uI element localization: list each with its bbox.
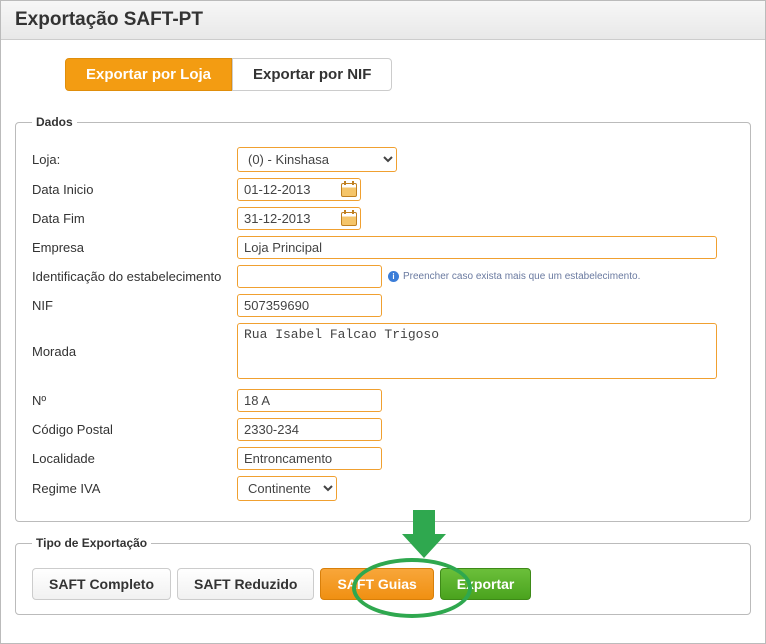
saft-export-window: Exportação SAFT-PT Exportar por Loja Exp… <box>0 0 766 644</box>
calendar-icon[interactable] <box>341 212 357 226</box>
empresa-input[interactable] <box>237 236 717 259</box>
tab-export-by-nif[interactable]: Exportar por NIF <box>232 58 392 91</box>
dados-legend: Dados <box>32 115 77 129</box>
estabelecimento-hint: i Preencher caso exista mais que um esta… <box>388 271 640 282</box>
data-fim-label: Data Fim <box>32 211 237 226</box>
calendar-icon[interactable] <box>341 183 357 197</box>
numero-input[interactable] <box>237 389 382 412</box>
loja-select[interactable]: (0) - Kinshasa <box>237 147 397 172</box>
exportar-button[interactable]: Exportar <box>440 568 532 600</box>
regime-label: Regime IVA <box>32 481 237 496</box>
estabelecimento-label: Identificação do estabelecimento <box>32 269 237 284</box>
window-content: Exportar por Loja Exportar por NIF Dados… <box>1 40 765 643</box>
morada-textarea[interactable] <box>237 323 717 379</box>
nif-label: NIF <box>32 298 237 313</box>
cp-input[interactable] <box>237 418 382 441</box>
tab-export-by-store[interactable]: Exportar por Loja <box>65 58 232 91</box>
data-inicio-label: Data Inicio <box>32 182 237 197</box>
localidade-input[interactable] <box>237 447 382 470</box>
data-inicio-input[interactable] <box>244 180 324 199</box>
export-buttons-row: SAFT Completo SAFT Reduzido SAFT Guias E… <box>32 568 734 600</box>
empresa-label: Empresa <box>32 240 237 255</box>
estabelecimento-input[interactable] <box>237 265 382 288</box>
saft-completo-button[interactable]: SAFT Completo <box>32 568 171 600</box>
saft-reduzido-button[interactable]: SAFT Reduzido <box>177 568 314 600</box>
cp-label: Código Postal <box>32 422 237 437</box>
nif-input[interactable] <box>237 294 382 317</box>
export-mode-tabs: Exportar por Loja Exportar por NIF <box>65 58 751 91</box>
localidade-label: Localidade <box>32 451 237 466</box>
loja-label: Loja: <box>32 152 237 167</box>
dados-fieldset: Dados Loja: (0) - Kinshasa Data Inicio <box>15 115 751 522</box>
window-title: Exportação SAFT-PT <box>1 1 765 40</box>
data-inicio-field[interactable] <box>237 178 361 201</box>
morada-label: Morada <box>32 344 237 359</box>
saft-guias-button[interactable]: SAFT Guias <box>320 568 433 600</box>
numero-label: Nº <box>32 393 237 408</box>
tipo-exportacao-legend: Tipo de Exportação <box>32 536 151 550</box>
data-fim-field[interactable] <box>237 207 361 230</box>
info-icon: i <box>388 271 399 282</box>
tipo-exportacao-fieldset: Tipo de Exportação SAFT Completo SAFT Re… <box>15 536 751 615</box>
regime-select[interactable]: Continente <box>237 476 337 501</box>
data-fim-input[interactable] <box>244 209 324 228</box>
